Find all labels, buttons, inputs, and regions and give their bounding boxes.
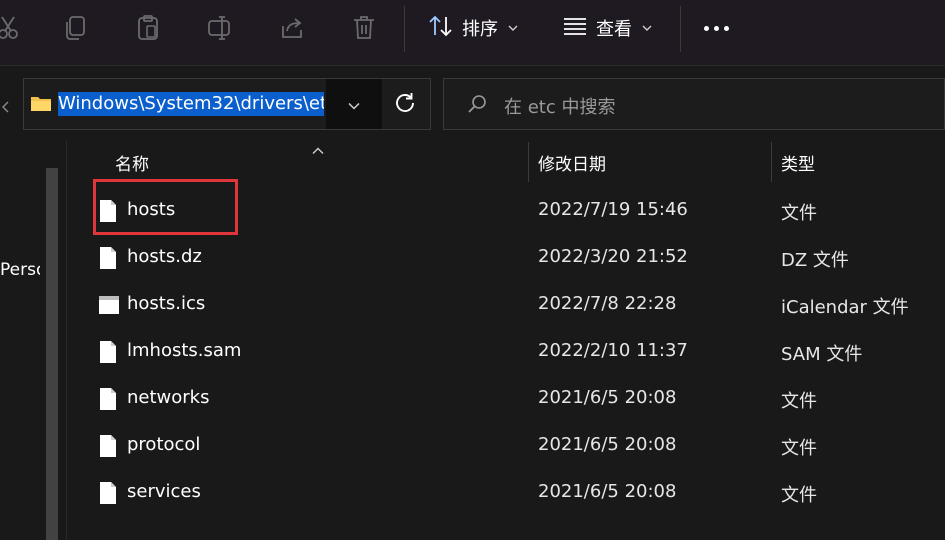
- file-row[interactable]: hosts.ics 2022/7/8 22:28 iCalendar 文件: [80, 281, 945, 328]
- file-type: 文件: [781, 203, 817, 224]
- chevron-left-icon[interactable]: [2, 98, 10, 117]
- chevron-down-icon: [642, 21, 652, 35]
- refresh-icon[interactable]: [393, 144, 421, 172]
- file-icon: [98, 340, 118, 364]
- column-header-date[interactable]: 修改日期: [538, 150, 606, 175]
- more-icon[interactable]: [704, 26, 729, 31]
- file-name: hosts.dz: [127, 246, 202, 267]
- copy-icon[interactable]: [60, 12, 92, 44]
- file-name: services: [127, 481, 201, 502]
- file-type: 文件: [781, 438, 817, 459]
- file-type: iCalendar 文件: [781, 297, 909, 318]
- column-separator[interactable]: [771, 142, 772, 182]
- file-type: DZ 文件: [781, 250, 849, 271]
- column-separator[interactable]: [528, 142, 529, 182]
- address-path[interactable]: Windows\System32\drivers\etc: [58, 92, 324, 116]
- view-icon: [562, 14, 588, 43]
- file-name: networks: [127, 387, 210, 408]
- address-row: Windows\System32\drivers\etc 在 etc 中搜索: [0, 66, 945, 140]
- delete-icon[interactable]: [348, 12, 380, 44]
- chevron-up-icon: [312, 140, 324, 159]
- chevron-down-icon: [348, 95, 360, 114]
- file-row[interactable]: lmhosts.sam 2022/2/10 11:37 SAM 文件: [80, 328, 945, 375]
- cut-icon[interactable]: [0, 12, 24, 44]
- address-history-dropdown[interactable]: [326, 79, 382, 129]
- column-header-name[interactable]: 名称: [115, 150, 149, 175]
- file-icon: [98, 387, 118, 411]
- chevron-down-icon: [508, 21, 518, 35]
- pane-divider[interactable]: [66, 140, 67, 540]
- file-icon: [98, 481, 118, 505]
- column-header-type[interactable]: 类型: [781, 150, 815, 175]
- nav-scrollbar[interactable]: [46, 168, 58, 540]
- file-date: 2021/6/5 20:08: [538, 481, 677, 502]
- sort-button[interactable]: 排序: [428, 12, 518, 44]
- file-date: 2021/6/5 20:08: [538, 387, 677, 408]
- file-type: 文件: [781, 391, 817, 412]
- file-row[interactable]: protocol 2021/6/5 20:08 文件: [80, 422, 945, 469]
- file-icon: [98, 434, 118, 458]
- sort-label: 排序: [462, 19, 498, 40]
- view-label: 查看: [596, 19, 632, 40]
- calendar-icon: [98, 293, 120, 317]
- file-type: SAM 文件: [781, 344, 863, 365]
- file-name: lmhosts.sam: [127, 340, 242, 361]
- share-icon[interactable]: [276, 12, 308, 44]
- address-bar[interactable]: Windows\System32\drivers\etc: [23, 78, 431, 130]
- file-row[interactable]: hosts.dz 2022/3/20 21:52 DZ 文件: [80, 234, 945, 281]
- command-bar: 排序 查看: [0, 0, 945, 66]
- file-name: protocol: [127, 434, 201, 455]
- refresh-button[interactable]: [392, 90, 420, 118]
- file-date: 2022/3/20 21:52: [538, 246, 688, 267]
- file-row[interactable]: services 2021/6/5 20:08 文件: [80, 469, 945, 516]
- search-icon: [466, 93, 488, 119]
- file-date: 2022/7/19 15:46: [538, 199, 688, 220]
- file-type: 文件: [781, 485, 817, 506]
- paste-icon[interactable]: [132, 12, 164, 44]
- rename-icon[interactable]: [204, 12, 236, 44]
- file-date: 2022/2/10 11:37: [538, 340, 688, 361]
- file-icon: [98, 246, 118, 270]
- sort-icon: [428, 14, 454, 43]
- folder-icon: [30, 95, 52, 112]
- search-input[interactable]: 在 etc 中搜索: [504, 93, 615, 119]
- highlight-annotation: [93, 179, 238, 235]
- nav-item-label[interactable]: Perso: [0, 260, 40, 280]
- toolbar-separator: [404, 6, 405, 52]
- view-button[interactable]: 查看: [562, 12, 652, 44]
- file-row[interactable]: networks 2021/6/5 20:08 文件: [80, 375, 945, 422]
- file-date: 2021/6/5 20:08: [538, 434, 677, 455]
- file-name: hosts.ics: [127, 293, 206, 314]
- file-date: 2022/7/8 22:28: [538, 293, 677, 314]
- toolbar-separator: [680, 6, 681, 52]
- search-box[interactable]: 在 etc 中搜索: [443, 78, 945, 130]
